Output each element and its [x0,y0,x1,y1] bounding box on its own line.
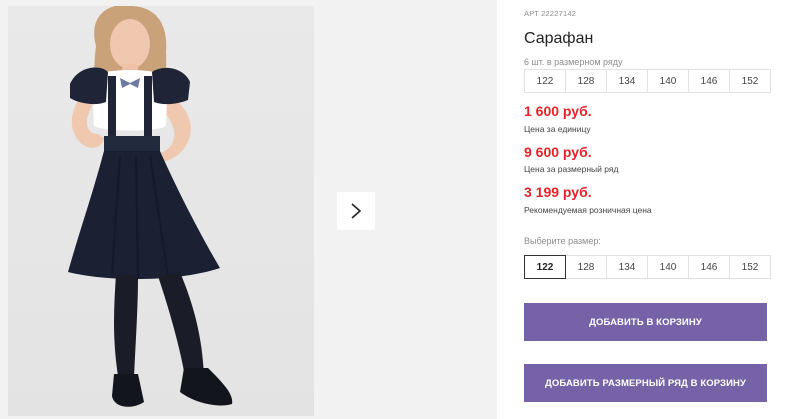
chevron-right-icon [351,203,362,219]
size-option[interactable]: 152 [729,255,771,279]
article-number: АРТ 22227142 [524,9,577,18]
pack-sizes-row: 122 128 134 140 146 152 [524,69,771,93]
product-gallery [0,0,497,419]
pack-size-cell: 146 [688,69,730,93]
next-image-button[interactable] [337,192,375,230]
pack-price: 9 600 руб. [524,144,592,160]
pack-size-cell: 140 [647,69,689,93]
size-option[interactable]: 128 [565,255,607,279]
unit-price: 1 600 руб. [524,103,592,119]
product-photo-illustration [68,6,233,407]
add-pack-to-cart-button[interactable]: ДОБАВИТЬ РАЗМЕРНЫЙ РЯД В КОРЗИНУ [524,364,767,402]
add-to-cart-button[interactable]: ДОБАВИТЬ В КОРЗИНУ [524,303,767,341]
unit-price-label: Цена за единицу [524,124,591,134]
retail-price-label: Рекомендуемая розничная цена [524,205,652,215]
size-option[interactable]: 134 [606,255,648,279]
pack-info: 6 шт. в размерном ряду [524,57,623,67]
size-option[interactable]: 146 [688,255,730,279]
pack-size-cell: 152 [729,69,771,93]
retail-price: 3 199 руб. [524,184,592,200]
size-option[interactable]: 140 [647,255,689,279]
size-option-selected[interactable]: 122 [524,255,566,279]
pack-size-cell: 122 [524,69,566,93]
pack-price-label: Цена за размерный ряд [524,164,619,174]
choose-size-label: Выберите размер: [524,236,601,246]
size-selector: 122 128 134 140 146 152 [524,255,771,279]
product-title: Сарафан [524,30,594,47]
pack-size-cell: 134 [606,69,648,93]
pack-size-cell: 128 [565,69,607,93]
product-photo [8,6,314,416]
